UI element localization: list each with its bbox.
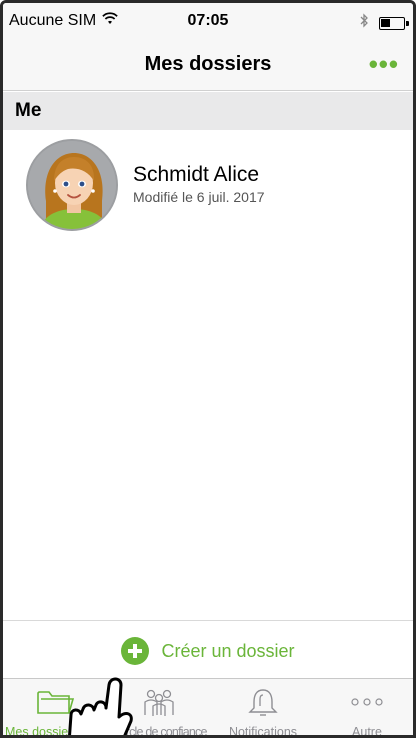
plus-circle-icon xyxy=(121,637,150,665)
app-screen: Aucune SIM 07:05 Mes dossiers ••• Me Sch… xyxy=(0,0,416,738)
status-bar: Aucune SIM 07:05 xyxy=(3,3,413,41)
navigation-bar: Mes dossiers ••• xyxy=(3,41,413,91)
tab-trusted-circle[interactable]: Cercle de confiance xyxy=(107,679,211,735)
battery-icon xyxy=(379,16,409,30)
avatar xyxy=(26,139,118,231)
tab-my-records[interactable]: Mes dossiers xyxy=(3,679,107,738)
bluetooth-icon xyxy=(359,13,369,33)
bell-icon xyxy=(211,685,315,719)
create-bar: Créer un dossier xyxy=(3,620,413,678)
tab-other[interactable]: Autre xyxy=(315,679,413,735)
tab-bar: Mes dossiers Cercle de confiance Notific… xyxy=(3,678,413,738)
tab-other-label: Autre xyxy=(352,725,382,738)
section-header: Me xyxy=(3,92,413,130)
tab-my-records-label: Mes dossiers xyxy=(5,725,79,738)
create-record-button[interactable]: Créer un dossier xyxy=(3,637,413,665)
clock: 07:05 xyxy=(187,12,229,29)
record-list-item[interactable]: Schmidt Alice Modifié le 6 juil. 2017 xyxy=(3,131,413,241)
record-name: Schmidt Alice xyxy=(133,163,260,186)
more-options-button[interactable]: ••• xyxy=(369,49,399,80)
page-title: Mes dossiers xyxy=(144,53,272,75)
record-modified-date: Modifié le 6 juil. 2017 xyxy=(133,189,265,205)
more-dots-icon xyxy=(315,685,413,719)
create-record-label: Créer un dossier xyxy=(161,640,295,661)
people-icon xyxy=(107,685,211,719)
folder-icon xyxy=(3,685,107,719)
tab-notifications[interactable]: Notifications xyxy=(211,679,315,735)
